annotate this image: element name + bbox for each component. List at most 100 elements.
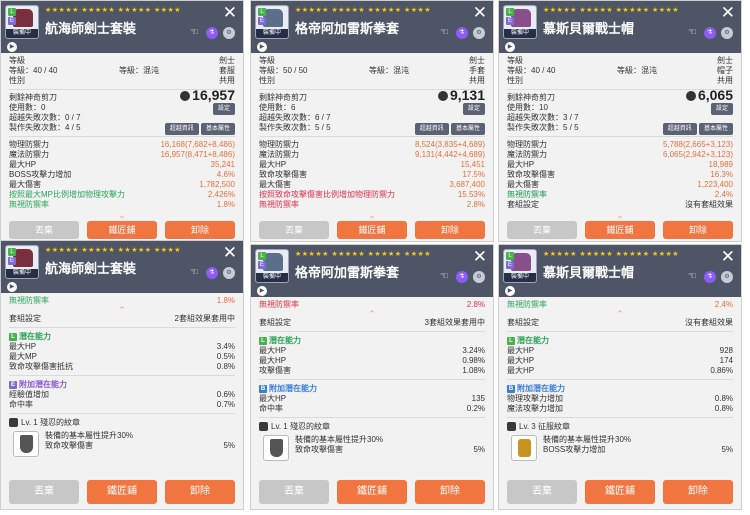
tooltip-header: L E 裝備中 ★★★★★ ★★★★★ ★★★★★ ★★★★ 格帝阿加雷斯拳套 …: [251, 1, 493, 53]
stat-value: 35,241: [210, 160, 235, 169]
unequip-button[interactable]: 卸除: [165, 480, 235, 504]
stat-label: 無視防禦率: [259, 200, 299, 209]
close-icon[interactable]: ✕: [721, 248, 735, 265]
ignore-def-value: 2.4%: [714, 300, 733, 309]
stat-value: 1,223,400: [697, 180, 733, 189]
close-icon[interactable]: ✕: [473, 4, 487, 21]
play-icon[interactable]: ▶: [7, 282, 17, 292]
close-icon[interactable]: ✕: [721, 4, 735, 21]
header-icons: ☜ ⚗ ⚙: [436, 271, 485, 283]
scroll-chevron-icon[interactable]: ⌃: [259, 310, 485, 319]
stat-row: 致命攻擊傷害 16.3%: [507, 170, 733, 180]
equipped-label: 裝備中: [504, 273, 536, 282]
job-value: 劍士: [219, 56, 235, 65]
item-name: 格帝阿加雷斯拳套: [295, 265, 400, 280]
item-name: 慕斯貝爾戰士帽: [543, 265, 635, 280]
scissors-value: 6,065: [697, 87, 733, 103]
gear-icon[interactable]: ⚙: [721, 27, 733, 39]
hand-icon[interactable]: ☜: [439, 27, 451, 39]
basic-attr-button[interactable]: 基本屬性: [450, 123, 485, 135]
stat-row: 最大傷害 3,687,400: [259, 180, 485, 190]
super-info-button[interactable]: 超越資訊: [662, 123, 697, 135]
super-info-button[interactable]: 超越資訊: [414, 123, 449, 135]
tooltip-body: 無視防禦率 2.8% ⌃ 套組設定 3套組效果套用中 L 潛在能力 最大HP 3.24%…: [251, 297, 493, 465]
potential-value: 0.98%: [462, 356, 485, 365]
stat-label: 物理防禦力: [9, 140, 49, 149]
drop-button[interactable]: 丟棄: [507, 480, 577, 504]
unequip-button[interactable]: 卸除: [165, 221, 235, 239]
blacksmith-button[interactable]: 鐵匠鋪: [337, 221, 407, 239]
close-icon[interactable]: ✕: [223, 244, 237, 261]
stat-row: 無視防禦率 2.4%: [507, 190, 733, 200]
blacksmith-button[interactable]: 鐵匠鋪: [585, 221, 655, 239]
gear-icon[interactable]: ⚙: [223, 27, 235, 39]
potential-icon[interactable]: ⚗: [455, 27, 468, 39]
ignore-def-label: 無視防禦率: [9, 296, 49, 305]
play-icon[interactable]: ▶: [257, 286, 267, 296]
potential-icon[interactable]: ⚗: [455, 271, 468, 283]
stat-value: 16,957(8,471+8,486): [160, 150, 235, 159]
unequip-button[interactable]: 卸除: [663, 221, 733, 239]
potential-icon[interactable]: ⚗: [703, 271, 716, 283]
gender-label: 性別: [259, 76, 275, 85]
stat-value: 6,065(2,942+3,123): [662, 150, 733, 159]
gear-icon[interactable]: ⚙: [721, 271, 733, 283]
unequip-button[interactable]: 卸除: [415, 480, 485, 504]
ignore-def-label: 無視防禦率: [259, 300, 299, 309]
item-thumbnail: L E 裝備中: [5, 5, 39, 39]
item-image: [263, 253, 283, 271]
blacksmith-button[interactable]: 鐵匠鋪: [337, 480, 407, 504]
scroll-chevron-icon[interactable]: ⌄: [499, 211, 741, 220]
emblem-small-icon: [507, 422, 516, 432]
star-force-stars: ★★★★★ ★★★★★ ★★★★★ ★★★★: [295, 251, 432, 258]
gear-icon[interactable]: ⚙: [223, 267, 235, 279]
item-thumbnail: L E 裝備中: [255, 5, 289, 39]
scroll-chevron-icon[interactable]: ⌃: [9, 306, 235, 315]
potential-row: 最大HP 174: [507, 356, 733, 366]
close-icon[interactable]: ✕: [223, 4, 237, 21]
drop-button[interactable]: 丟棄: [9, 480, 79, 504]
unequip-button[interactable]: 卸除: [415, 221, 485, 239]
drop-button[interactable]: 丟棄: [9, 221, 79, 239]
stat-label: 魔法防禦力: [259, 150, 299, 159]
item-tooltip-panel: L E 裝備中 ★★★★★ ★★★★★ ★★★★★ ★★★★ 航海師劍士套裝 ✕…: [0, 240, 244, 510]
stat-row: 物理防禦力 5,788(2,665+3,123): [507, 140, 733, 150]
play-icon[interactable]: ▶: [505, 286, 515, 296]
potential-value: 0.86%: [710, 366, 733, 375]
scroll-chevron-icon[interactable]: ⌃: [507, 310, 733, 319]
scroll-chevron-icon[interactable]: ⌄: [1, 211, 243, 220]
gear-icon[interactable]: ⚙: [473, 27, 485, 39]
unequip-button[interactable]: 卸除: [663, 480, 733, 504]
drop-button[interactable]: 丟棄: [507, 221, 577, 239]
gear-icon[interactable]: ⚙: [473, 271, 485, 283]
super-info-button[interactable]: 超越資訊: [164, 123, 199, 135]
play-icon[interactable]: ▶: [7, 42, 17, 52]
drop-button[interactable]: 丟棄: [259, 221, 329, 239]
hand-icon[interactable]: ☜: [189, 267, 201, 279]
hand-icon[interactable]: ☜: [687, 27, 699, 39]
blacksmith-button[interactable]: 鐵匠鋪: [87, 221, 157, 239]
add-potential-label: 命中率: [9, 400, 33, 409]
basic-attr-button[interactable]: 基本屬性: [200, 123, 235, 135]
play-icon[interactable]: ▶: [257, 42, 267, 52]
hand-icon[interactable]: ☜: [189, 27, 201, 39]
potential-icon[interactable]: ⚗: [205, 267, 218, 279]
play-icon[interactable]: ▶: [505, 42, 515, 52]
hand-icon[interactable]: ☜: [687, 271, 699, 283]
scroll-chevron-icon[interactable]: ⌄: [251, 211, 493, 220]
blacksmith-button[interactable]: 鐵匠鋪: [585, 480, 655, 504]
divider: [259, 379, 485, 380]
stat-value: 16,168(7,682+8,486): [160, 140, 235, 149]
potential-icon[interactable]: ⚗: [205, 27, 218, 39]
drop-button[interactable]: 丟棄: [259, 480, 329, 504]
potential-row: 致命攻擊傷害抵抗 0.8%: [9, 362, 235, 372]
footer-buttons: 丟棄 鐵匠鋪 卸除: [251, 475, 493, 509]
basic-attr-button[interactable]: 基本屬性: [698, 123, 733, 135]
potential-icon[interactable]: ⚗: [703, 27, 716, 39]
close-icon[interactable]: ✕: [473, 248, 487, 265]
potential-row: 最大HP 928: [507, 346, 733, 356]
blacksmith-button[interactable]: 鐵匠鋪: [87, 480, 157, 504]
hand-icon[interactable]: ☜: [439, 271, 451, 283]
stat-label: 致命攻擊傷害: [507, 170, 555, 179]
stat-row: 無視防禦率 1.8%: [9, 200, 235, 210]
